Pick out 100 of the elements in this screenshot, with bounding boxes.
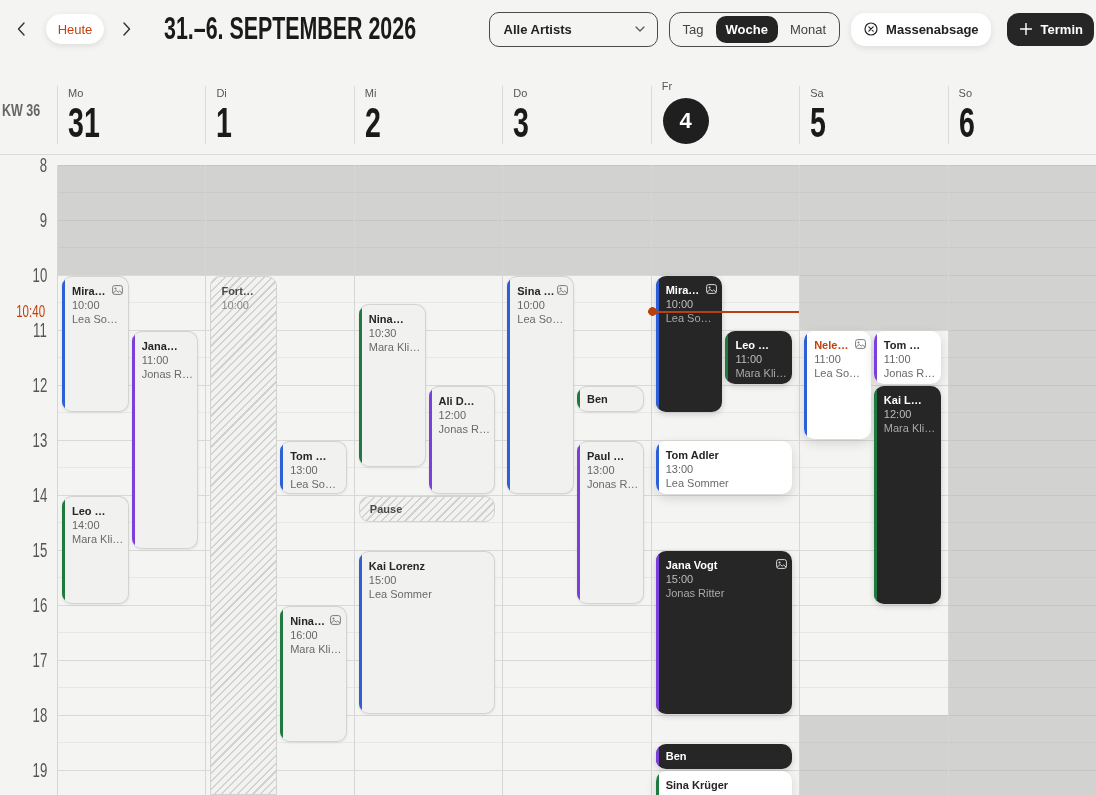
appointment-card[interactable]: Mira… 10:00 Lea So… (62, 276, 129, 412)
view-tab[interactable]: Monat (779, 15, 837, 43)
appointment-title: Tom Adler (665, 448, 719, 462)
weekday-label: Fr (661, 79, 673, 93)
add-appointment-button[interactable]: Termin (1006, 12, 1094, 46)
view-tab[interactable]: Woche (715, 15, 778, 43)
artist-name: Lea So… (517, 312, 564, 326)
hour-label: 12 (32, 374, 47, 396)
artist-name: Jonas R… (587, 477, 639, 491)
appointment-time: 11:00 (735, 352, 763, 366)
appointment-card[interactable]: Nele… 11:00 Lea So… (804, 331, 871, 439)
day-number[interactable]: 1 (216, 105, 233, 141)
day-number[interactable]: 6 (958, 105, 975, 141)
appointment-time: 11:00 (814, 352, 841, 366)
hour-label: 10 (32, 264, 47, 286)
artist-name: Mara Kli… (735, 366, 787, 380)
artist-name: Jonas R… (438, 422, 490, 436)
artist-name: Jonas R… (141, 367, 194, 381)
appointment-title: Jana… (141, 339, 178, 353)
appointment-time: 13:00 (665, 462, 694, 476)
appointment-title: Leo … (735, 338, 770, 352)
appointment-time: 11:00 (141, 353, 169, 367)
appointment-card[interactable]: Kai L… 12:00 Mara Kli… (873, 386, 941, 604)
day-number[interactable]: 3 (513, 105, 530, 141)
weekday-label: Mo (68, 86, 84, 100)
appointment-title: Leo … (72, 504, 106, 518)
appointment-time: 10:00 (221, 298, 249, 312)
blocked-time-card[interactable]: Fort… 10:00 (210, 276, 278, 795)
appointment-time: 11:00 (883, 352, 911, 366)
appointment-title: Mira… (72, 284, 106, 298)
appointment-title: Fort… (221, 284, 254, 298)
hour-label: 9 (39, 209, 47, 231)
appointment-card[interactable]: Sina Krüger (655, 771, 793, 795)
appointment-card[interactable]: Tom … 11:00 Jonas R… (873, 331, 941, 384)
artist-name: Lea Sommer (368, 587, 432, 601)
hour-label: 15 (32, 539, 47, 561)
appointment-card[interactable]: Paul … 13:00 Jonas R… (577, 441, 644, 604)
current-time-label: 10:40 (16, 302, 45, 321)
appointment-card[interactable]: Nina… 16:00 Mara Kli… (280, 606, 347, 742)
artist-name: Lea So… (665, 311, 712, 325)
hour-label: 13 (32, 429, 47, 451)
appointment-time: 12:00 (438, 408, 467, 422)
artist-dropdown[interactable]: Alle Artists (488, 11, 658, 47)
chevron-right-icon[interactable] (123, 22, 131, 36)
appointment-time: 10:30 (368, 325, 397, 340)
appointment-card[interactable]: Tom Adler 13:00 Lea Sommer (655, 441, 793, 494)
hour-label: 8 (39, 154, 47, 176)
appointment-title: Tom … (883, 338, 921, 352)
week-number: KW 36 (2, 102, 41, 120)
view-tab[interactable]: Tag (672, 15, 714, 43)
appointment-title: Nina… (368, 311, 404, 326)
weekday-label: Do (513, 86, 528, 100)
weekday-label: Sa (810, 86, 824, 100)
day-number[interactable]: 4 (662, 98, 709, 144)
appointment-time: 10:00 (72, 298, 100, 312)
appointment-time: 15:00 (665, 572, 694, 586)
blocked-time-card[interactable]: Pause (358, 496, 496, 522)
appointment-card[interactable]: Leo … 11:00 Mara Kli… (725, 331, 793, 384)
day-number[interactable]: 5 (810, 105, 827, 141)
appointment-card[interactable]: Leo … 14:00 Mara Kli… (62, 496, 129, 604)
caret-down-icon (634, 26, 645, 32)
day-number[interactable]: 31 (68, 105, 100, 141)
today-button[interactable]: Heute (46, 14, 104, 44)
appointment-time: 13:00 (290, 463, 318, 477)
appointment-time: 10:00 (665, 297, 694, 311)
appointment-card[interactable]: Jana Vogt 15:00 Jonas Ritter (655, 551, 793, 714)
hour-label: 17 (32, 649, 47, 671)
appointment-title: Paul … (587, 449, 625, 463)
appointment-time: 12:00 (883, 407, 912, 421)
mass-cancel-button[interactable]: Massenabsage (851, 12, 991, 46)
artist-name: Lea So… (290, 477, 336, 491)
appointment-card[interactable]: Nina… 10:30 Mara Kli… (358, 303, 426, 467)
artist-name: Mara Kli… (72, 532, 124, 546)
appointment-card[interactable]: Mira… 10:00 Lea So… (655, 276, 723, 412)
hour-label: 16 (32, 594, 47, 616)
appointment-title: Ben (665, 749, 687, 764)
artist-name: Lea Sommer (665, 476, 729, 490)
artist-name: Lea So… (814, 366, 860, 380)
weekday-label: So (958, 86, 973, 100)
chevron-left-icon[interactable] (17, 22, 25, 36)
appointment-card[interactable]: Ben (655, 743, 793, 769)
appointment-card[interactable]: Ali D… 12:00 Jonas R… (428, 386, 496, 494)
date-range-title: 31.–6. SEPTEMBER 2026 (164, 11, 417, 47)
artist-name: Jonas Ritter (665, 586, 725, 600)
appointment-card[interactable]: Jana… 11:00 Jonas R… (131, 331, 199, 549)
appointment-title: Mira… (665, 283, 700, 297)
plus-icon (1019, 23, 1032, 35)
hour-label: 14 (32, 484, 47, 506)
artist-name: Jonas R… (883, 366, 936, 380)
appointment-title: Sina Krüger (665, 778, 729, 792)
appointment-time: 15:00 (368, 573, 397, 587)
appointment-card[interactable]: Sina … 10:00 Lea So… (507, 276, 574, 494)
appointment-title: Nele… (814, 338, 849, 352)
appointment-title: Ali D… (438, 394, 475, 408)
appointment-card[interactable]: Kai Lorenz 15:00 Lea Sommer (358, 551, 496, 714)
appointment-title: Jana Vogt (665, 558, 718, 572)
appointment-card[interactable]: Ben (577, 386, 644, 412)
day-number[interactable]: 2 (364, 105, 381, 141)
appointment-card[interactable]: Tom … 13:00 Lea So… (280, 441, 347, 494)
appointment-title: Kai L… (883, 393, 922, 407)
